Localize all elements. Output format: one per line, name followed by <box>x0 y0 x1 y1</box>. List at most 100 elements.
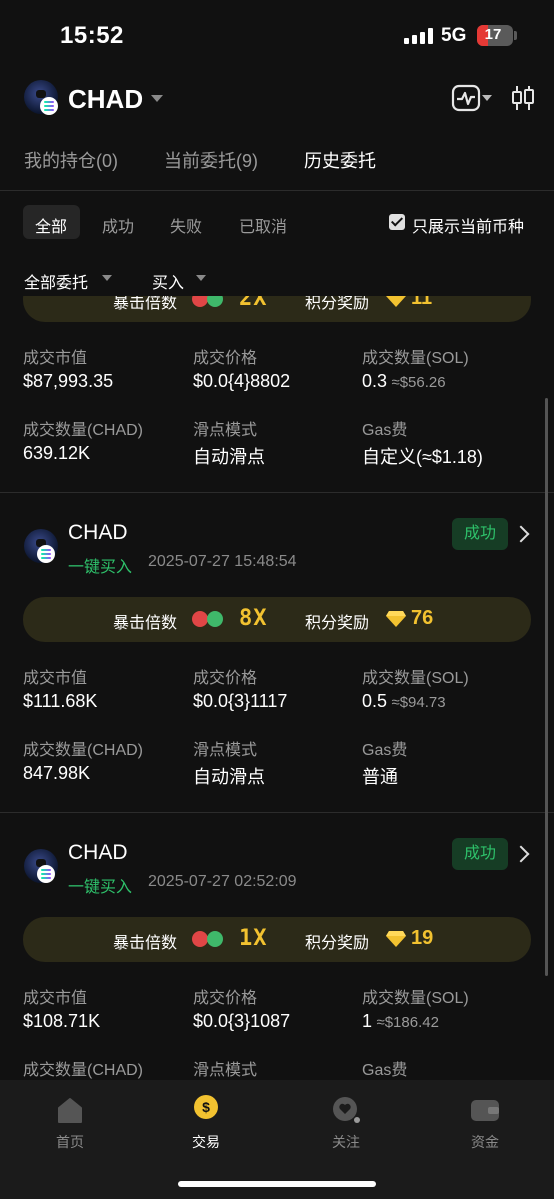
status-badge: 成功 <box>452 838 508 870</box>
crit-bonus-bar: 暴击倍数 1X 积分奖励 19 <box>23 917 531 962</box>
chevron-down-icon[interactable] <box>151 95 163 102</box>
qty-sol: 0.3 ≈$56.26 <box>362 371 446 392</box>
qty-sol-usd: ≈$56.26 <box>391 374 446 391</box>
home-icon[interactable] <box>56 1096 84 1124</box>
battery-level: 17 <box>484 26 502 43</box>
qty-chad-value: 847.98K <box>23 763 91 783</box>
gas-value: 自定义(≈$1.18) <box>362 447 483 467</box>
chevron-right-icon[interactable] <box>512 845 530 863</box>
filter-all[interactable]: 全部 <box>35 213 67 237</box>
trade-icon[interactable]: $ <box>193 1094 219 1120</box>
solana-icon <box>37 865 55 883</box>
crit-multiplier: 1X <box>239 926 268 951</box>
diamond-icon <box>386 296 406 307</box>
chevron-down-icon[interactable] <box>102 275 112 281</box>
tabs-divider <box>0 190 554 191</box>
order-divider <box>0 812 554 813</box>
price-label: 成交价格 <box>193 350 258 367</box>
order-history-list[interactable]: 暴击倍数 2X 积分奖励 11 成交市值 $87,993.35 成交价格 $0.… <box>0 296 554 1080</box>
order-time: 2025-07-27 02:52:09 <box>148 873 297 890</box>
filter-success[interactable]: 成功 <box>102 213 134 237</box>
order-type: 一键买入 <box>68 879 133 896</box>
candlestick-icon[interactable] <box>510 84 536 112</box>
qty-sol-label: 成交数量(SOL) <box>362 350 469 367</box>
market-cap-label: 成交市值 <box>23 990 88 1007</box>
chevron-right-icon[interactable] <box>512 525 530 543</box>
svg-text:$: $ <box>202 1099 210 1115</box>
slippage-label: 滑点模式 <box>193 422 258 439</box>
qty-chad-label: 成交数量(CHAD) <box>23 742 143 759</box>
qty-sol: 0.5 ≈$94.73 <box>362 691 446 712</box>
qty-chad-label: 成交数量(CHAD) <box>23 422 143 439</box>
slippage-label: 滑点模式 <box>193 1062 258 1079</box>
chart-type-caret-icon[interactable] <box>482 95 492 101</box>
market-cap-value: $108.71K <box>23 1011 101 1031</box>
crit-label: 暴击倍数 <box>113 935 178 952</box>
qty-sol: 1 ≈$186.42 <box>362 1011 439 1032</box>
tab-positions[interactable]: 我的持仓(0) <box>24 147 118 173</box>
tab-order-history[interactable]: 历史委托 <box>304 147 376 173</box>
boxing-gloves-icon <box>192 611 223 627</box>
boxing-gloves-icon <box>192 931 223 947</box>
status-badge: 成功 <box>452 518 508 550</box>
crit-bonus-bar: 暴击倍数 8X 积分奖励 76 <box>23 597 531 642</box>
qty-sol-usd: ≈$94.73 <box>391 694 446 711</box>
home-indicator <box>178 1181 376 1187</box>
nav-watchlist-label[interactable]: 关注 <box>316 1132 376 1152</box>
chart-icon[interactable] <box>451 84 481 112</box>
qty-sol-usd: ≈$186.42 <box>376 1014 439 1031</box>
gas-value: 普通 <box>362 767 398 787</box>
status-time: 15:52 <box>60 22 124 49</box>
solana-icon <box>37 545 55 563</box>
slippage-label: 滑点模式 <box>193 742 258 759</box>
watchlist-icon[interactable] <box>332 1096 362 1126</box>
only-current-label[interactable]: 只展示当前币种 <box>412 213 524 237</box>
battery-tip <box>514 31 517 40</box>
filter-failed[interactable]: 失败 <box>170 213 202 237</box>
points-value: 76 <box>411 607 434 629</box>
crit-multiplier: 8X <box>239 606 268 631</box>
points-label: 积分奖励 <box>305 935 370 952</box>
nav-trade-label[interactable]: 交易 <box>176 1132 236 1152</box>
signal-icon <box>404 28 433 44</box>
only-current-checkbox[interactable] <box>389 214 405 230</box>
points-label: 积分奖励 <box>305 615 370 632</box>
price-value: $0.0{3}1117 <box>193 691 288 711</box>
price-label: 成交价格 <box>193 990 258 1007</box>
points-value: 11 <box>411 296 433 309</box>
qty-chad-value: 639.12K <box>23 443 91 463</box>
qty-sol-label: 成交数量(SOL) <box>362 670 469 687</box>
order-type-dropdown[interactable]: 全部委托 <box>24 269 88 293</box>
chevron-down-icon[interactable] <box>196 275 206 281</box>
boxing-gloves-icon <box>192 296 223 307</box>
market-cap-label: 成交市值 <box>23 670 88 687</box>
network-type: 5G <box>441 25 467 46</box>
filter-cancelled[interactable]: 已取消 <box>239 213 287 237</box>
crit-multiplier: 2X <box>239 296 268 311</box>
solana-icon <box>40 97 58 115</box>
points-value: 19 <box>411 927 434 949</box>
nav-funds-label[interactable]: 资金 <box>455 1132 515 1152</box>
diamond-icon <box>386 611 406 627</box>
qty-sol-value: 1 <box>362 1011 373 1031</box>
order-divider <box>0 492 554 493</box>
order-token-name: CHAD <box>68 521 128 544</box>
token-selector[interactable]: CHAD <box>68 84 143 115</box>
gas-label: Gas费 <box>362 1062 408 1079</box>
tab-open-orders[interactable]: 当前委托(9) <box>164 147 258 173</box>
market-cap-value: $111.68K <box>23 691 98 711</box>
order-time: 2025-07-27 15:48:54 <box>148 553 297 570</box>
slippage-value: 自动滑点 <box>193 447 265 467</box>
side-dropdown[interactable]: 买入 <box>152 269 184 293</box>
diamond-icon <box>386 931 406 947</box>
order-type: 一键买入 <box>68 559 133 576</box>
nav-home-label[interactable]: 首页 <box>40 1132 100 1152</box>
crit-label: 暴击倍数 <box>113 615 178 632</box>
qty-chad-label: 成交数量(CHAD) <box>23 1062 143 1079</box>
crit-label: 暴击倍数 <box>113 296 178 312</box>
scrollbar[interactable] <box>545 398 548 976</box>
gas-label: Gas费 <box>362 742 408 759</box>
crit-bonus-bar: 暴击倍数 2X 积分奖励 11 <box>23 296 531 322</box>
wallet-icon[interactable] <box>470 1096 500 1122</box>
points-label: 积分奖励 <box>305 296 370 312</box>
